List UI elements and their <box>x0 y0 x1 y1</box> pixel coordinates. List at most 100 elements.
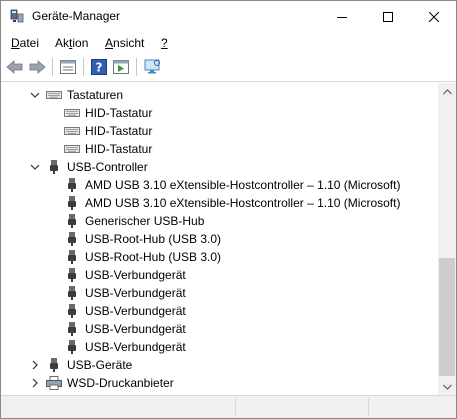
usb-plug-icon <box>68 178 76 192</box>
usb-plug-icon <box>68 232 76 246</box>
monitor-scan-icon <box>144 59 160 74</box>
back-icon <box>6 60 23 74</box>
tree-item-keyboard[interactable]: HID-Tastatur <box>1 104 438 122</box>
usb-plug-icon <box>50 160 58 174</box>
tree-label: USB-Root-Hub (USB 3.0) <box>85 250 222 264</box>
properties-button[interactable] <box>58 57 78 77</box>
tree-label: WSD-Druckanbieter <box>67 376 174 390</box>
menu-ansicht[interactable]: Ansicht <box>105 36 144 50</box>
toolbar-separator <box>83 58 84 76</box>
tree-item-keyboard[interactable]: HID-Tastatur <box>1 122 438 140</box>
tree-label: USB-Geräte <box>67 358 133 372</box>
forward-button[interactable] <box>27 57 47 77</box>
tree-item-usb[interactable]: AMD USB 3.10 eXtensible-Hostcontroller –… <box>1 194 438 212</box>
properties-icon <box>60 60 76 74</box>
run-button[interactable] <box>111 57 131 77</box>
tree-item-usb[interactable]: USB-Root-Hub (USB 3.0) <box>1 248 438 266</box>
tree-label: USB-Verbundgerät <box>85 268 186 282</box>
tree-label: HID-Tastatur <box>85 106 153 120</box>
forward-icon <box>29 60 46 74</box>
keyboard-icon <box>64 109 80 117</box>
usb-plug-icon <box>68 304 76 318</box>
chevron-right-icon[interactable] <box>30 377 40 389</box>
menu-aktion-prefix: Ak <box>55 36 70 50</box>
menu-datei[interactable]: Datei <box>11 36 39 50</box>
status-bar <box>1 395 456 418</box>
tree-label: AMD USB 3.10 eXtensible-Hostcontroller –… <box>85 196 401 210</box>
menu-datei-accel: D <box>11 36 20 50</box>
run-icon <box>113 60 129 74</box>
usb-plug-icon <box>68 196 76 210</box>
device-manager-window: Geräte-Manager Datei Aktion Ansicht ? ? <box>0 0 457 419</box>
chevron-down-icon[interactable] <box>30 161 40 173</box>
tree-item-usb[interactable]: USB-Verbundgerät <box>1 320 438 338</box>
usb-plug-icon <box>68 250 76 264</box>
tree-node-usb-controller[interactable]: USB-Controller <box>1 158 438 176</box>
usb-plug-icon <box>68 268 76 282</box>
status-pane <box>368 398 456 416</box>
tree-node-wsd-druckanbieter[interactable]: WSD-Druckanbieter <box>1 374 438 392</box>
device-tree[interactable]: Tastaturen HID-Tastatur HID-Tastatur HID… <box>1 83 438 395</box>
tree-label: USB-Verbundgerät <box>85 322 186 336</box>
usb-plug-icon <box>68 214 76 228</box>
tree-item-usb[interactable]: USB-Verbundgerät <box>1 302 438 320</box>
toolbar-separator <box>52 58 53 76</box>
title-bar[interactable]: Geräte-Manager <box>1 1 456 32</box>
tree-item-usb[interactable]: AMD USB 3.10 eXtensible-Hostcontroller –… <box>1 176 438 194</box>
vertical-scrollbar[interactable] <box>438 83 456 395</box>
tree-label: USB-Verbundgerät <box>85 340 186 354</box>
scan-hardware-button[interactable] <box>143 57 163 77</box>
toolbar-separator <box>136 58 137 76</box>
tree-label: AMD USB 3.10 eXtensible-Hostcontroller –… <box>85 178 401 192</box>
tree-item-usb[interactable]: USB-Verbundgerät <box>1 284 438 302</box>
scroll-up-icon <box>442 88 452 94</box>
scroll-down-icon <box>442 384 452 390</box>
menu-aktion[interactable]: Aktion <box>55 36 88 50</box>
tree-item-usb[interactable]: USB-Verbundgerät <box>1 266 438 284</box>
menu-aktion-rest: ion <box>72 36 89 50</box>
help-icon: ? <box>91 59 107 75</box>
tree-label: HID-Tastatur <box>85 142 153 156</box>
menu-ansicht-rest: nsicht <box>113 36 145 50</box>
tree-item-keyboard[interactable]: HID-Tastatur <box>1 140 438 158</box>
menu-help-accel: ? <box>161 36 168 50</box>
menu-datei-rest: atei <box>19 36 40 50</box>
usb-plug-icon <box>68 286 76 300</box>
status-pane <box>235 398 368 416</box>
scroll-down-button[interactable] <box>438 378 456 395</box>
tree-label: USB-Verbundgerät <box>85 304 186 318</box>
tree-item-usb[interactable]: USB-Verbundgerät <box>1 338 438 356</box>
menu-bar: Datei Aktion Ansicht ? <box>1 32 456 53</box>
tree-node-usb-geraete[interactable]: USB-Geräte <box>1 356 438 374</box>
toolbar: ? <box>1 54 456 82</box>
maximize-icon <box>383 11 393 22</box>
tree-label: USB-Root-Hub (USB 3.0) <box>85 232 222 246</box>
close-button[interactable] <box>411 1 456 32</box>
tree-item-usb[interactable]: USB-Root-Hub (USB 3.0) <box>1 230 438 248</box>
window-title: Geräte-Manager <box>32 9 121 23</box>
tree-label: Tastaturen <box>67 88 124 102</box>
scroll-thumb[interactable] <box>439 258 455 376</box>
usb-plug-icon <box>68 340 76 354</box>
chevron-down-icon[interactable] <box>30 89 40 101</box>
tree-label: USB-Controller <box>67 160 148 174</box>
tree-item-usb[interactable]: Generischer USB-Hub <box>1 212 438 230</box>
scroll-up-button[interactable] <box>438 83 456 100</box>
close-icon <box>429 11 439 22</box>
menu-help[interactable]: ? <box>161 36 168 50</box>
svg-text:?: ? <box>96 61 103 75</box>
back-button[interactable] <box>5 57 25 77</box>
tree-label: HID-Tastatur <box>85 124 153 138</box>
tree-node-tastaturen[interactable]: Tastaturen <box>1 86 438 104</box>
chevron-right-icon[interactable] <box>30 359 40 371</box>
keyboard-icon <box>64 127 80 135</box>
usb-plug-icon <box>68 322 76 336</box>
menu-ansicht-accel: A <box>105 36 114 50</box>
maximize-button[interactable] <box>365 1 411 32</box>
tree-label: Generischer USB-Hub <box>85 214 205 228</box>
keyboard-icon <box>46 91 62 99</box>
minimize-button[interactable] <box>319 1 365 32</box>
usb-plug-icon <box>50 358 58 372</box>
printer-icon <box>46 376 62 390</box>
help-button[interactable]: ? <box>89 57 109 77</box>
